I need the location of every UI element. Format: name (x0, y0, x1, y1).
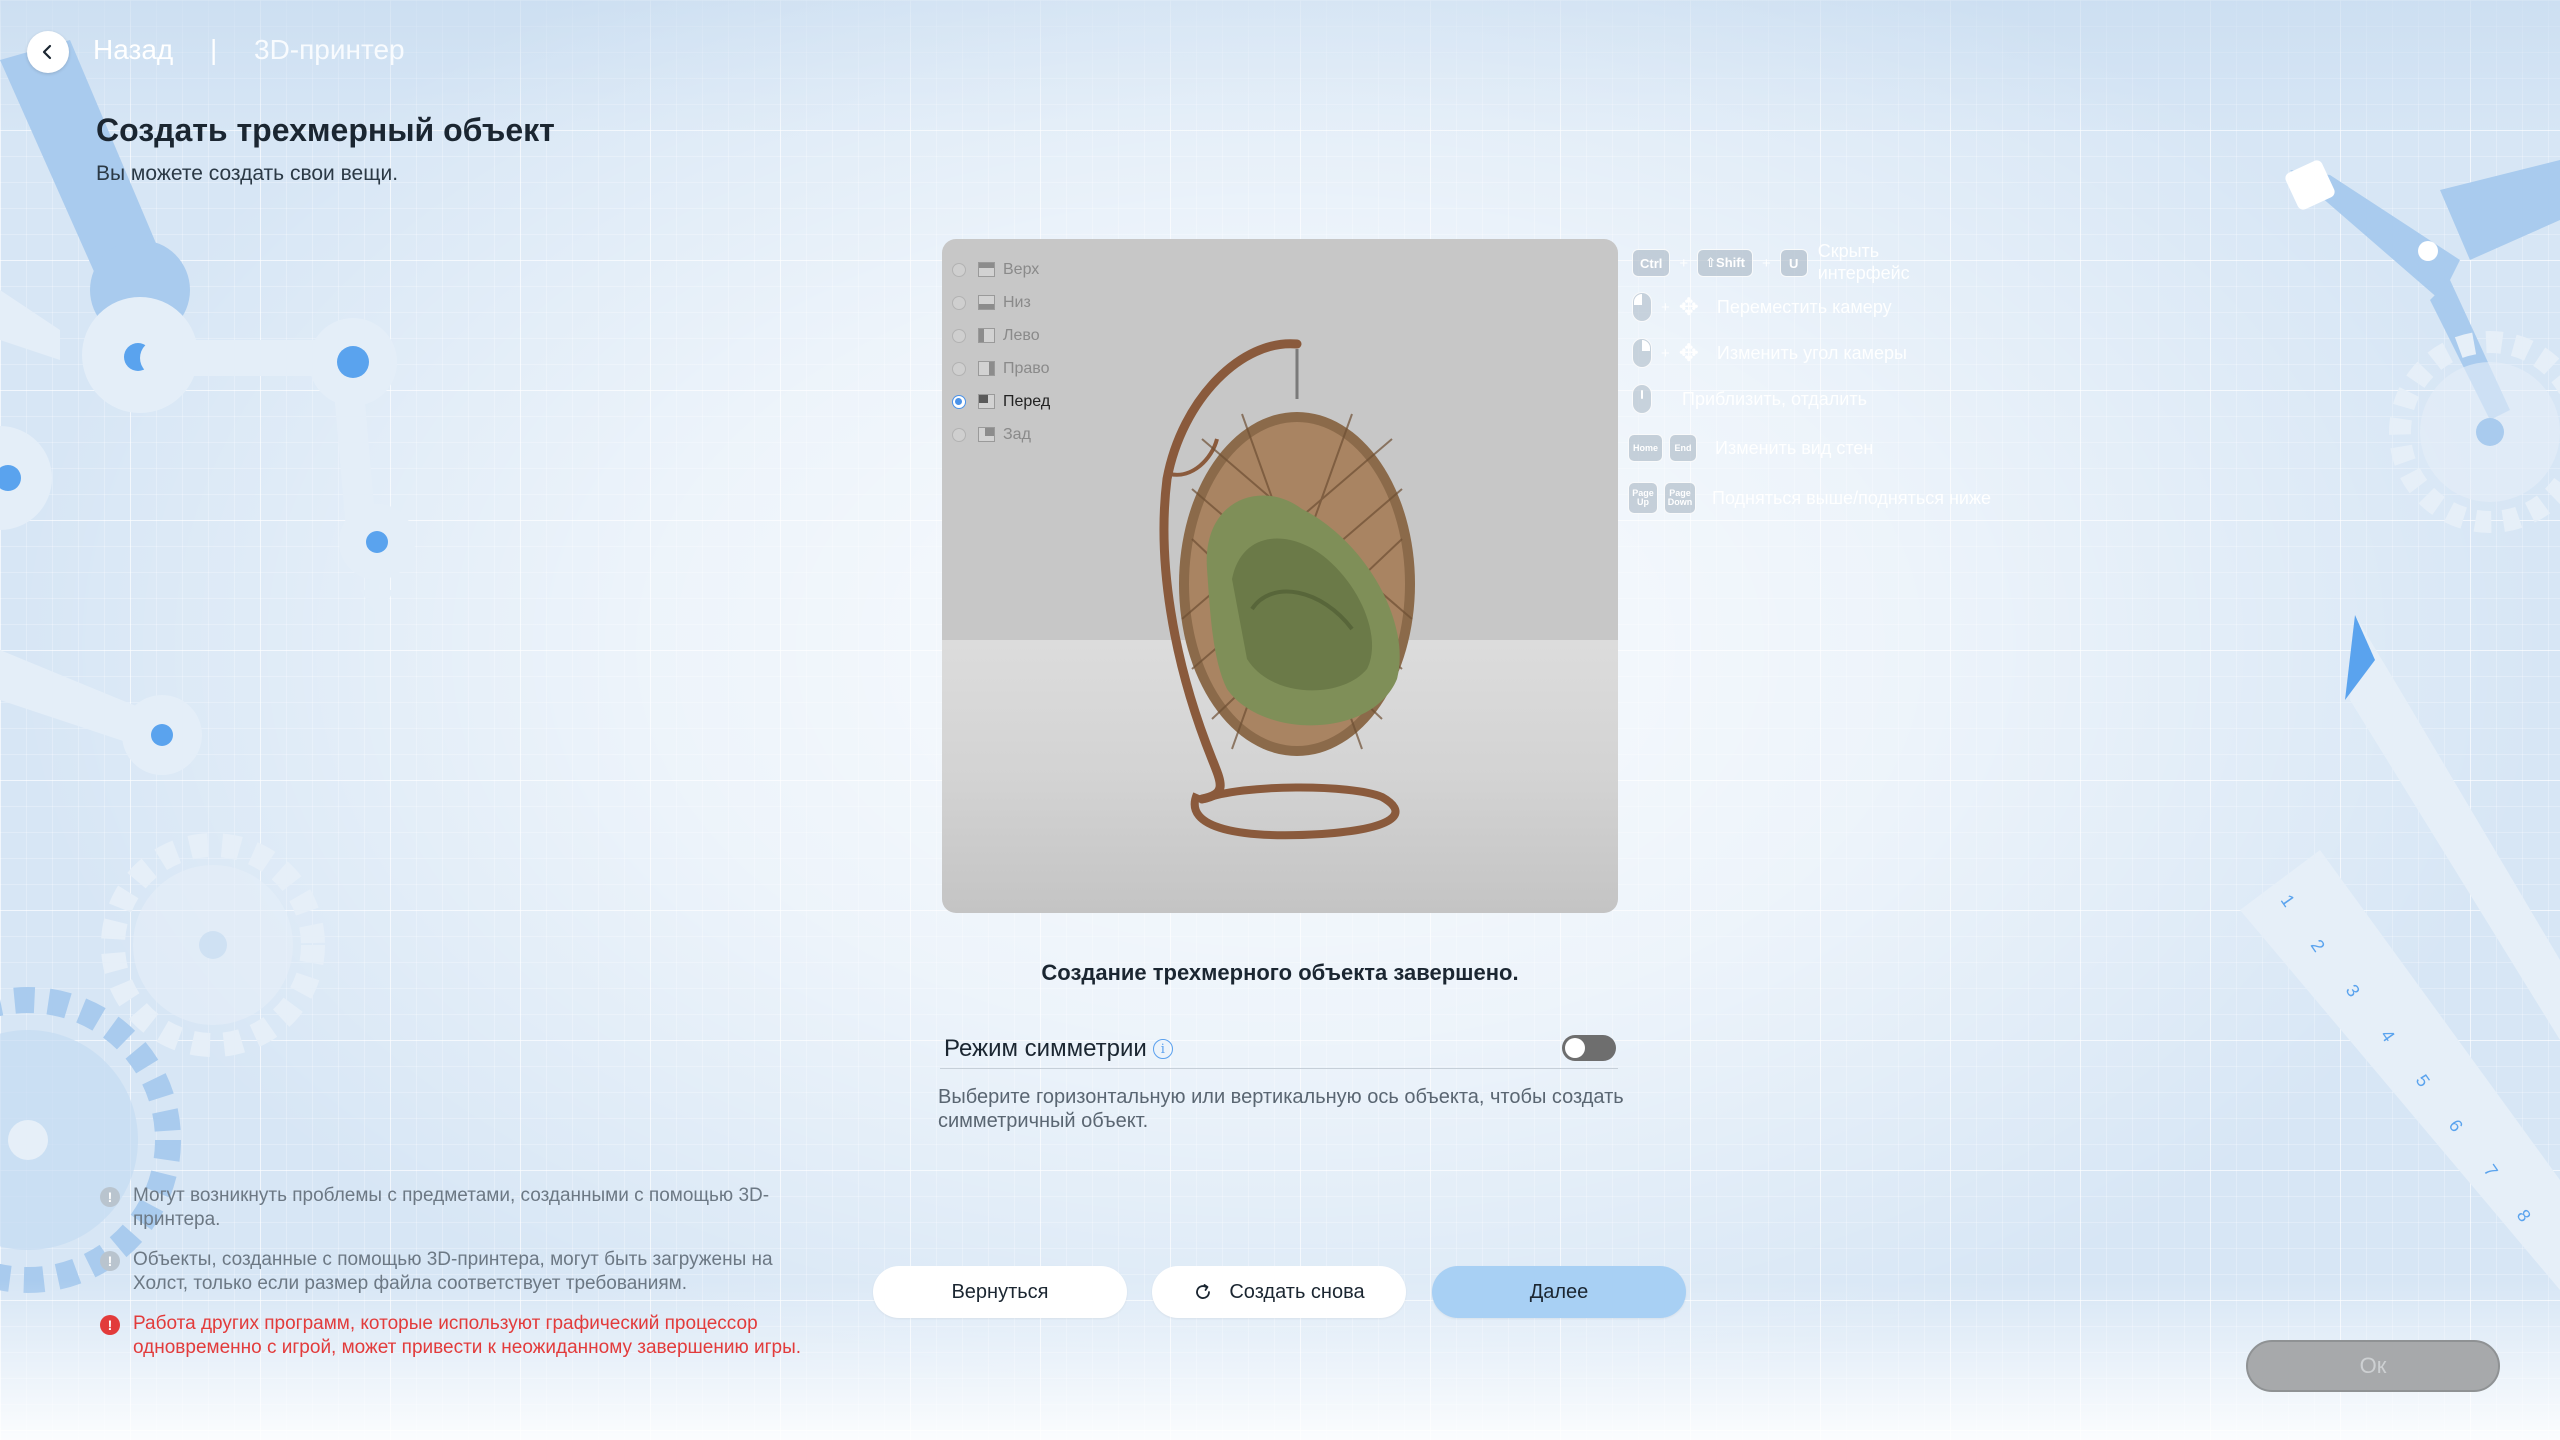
robot-arm-left-illustration (0, 40, 415, 775)
pliers-right-illustration (2285, 160, 2560, 420)
key-ctrl: Ctrl (1632, 249, 1671, 277)
mouse-wheel-icon (1632, 384, 1652, 414)
view-front-icon (978, 394, 995, 409)
view-radio[interactable] (952, 361, 966, 376)
refresh-icon (1193, 1282, 1213, 1302)
svg-text:2: 2 (2307, 936, 2329, 956)
view-label: Право (1003, 359, 1050, 377)
control-hide-ui: Ctrl + ⇧Shift + U Скрыть интерфейс (1632, 241, 1928, 284)
view-left-icon (978, 328, 995, 343)
control-zoom: Приблизить, отдалить (1632, 384, 1867, 414)
warning-icon: ! (100, 1315, 120, 1335)
page-subtitle: Вы можете создать свои вещи. (96, 162, 399, 185)
view-radio[interactable] (952, 295, 966, 310)
divider (940, 1068, 1618, 1069)
back-label[interactable]: Назад (93, 34, 173, 66)
ruler-illustration: 1 2 3 4 5 6 7 8 (2240, 850, 2560, 1290)
control-text: Изменить вид стен (1715, 437, 1874, 458)
info-icon[interactable]: i (1152, 1039, 1173, 1059)
control-move-camera: + ✥ Переместить камеру (1632, 292, 1892, 322)
control-text: Скрыть интерфейс (1817, 241, 1910, 283)
symmetry-label-text: Режим симметрии (944, 1035, 1147, 1062)
control-text: Переместить камеру (1716, 296, 1892, 317)
note-text: Работа других программ, которые использу… (133, 1313, 802, 1358)
svg-text:3: 3 (2342, 981, 2364, 1001)
plus-icon: + (1679, 254, 1689, 272)
plus-icon: + (1661, 298, 1670, 316)
control-rotate-camera: + ✥ Изменить угол камеры (1632, 338, 1907, 368)
create-again-label: Создать снова (1229, 1280, 1365, 1303)
view-label: Зад (1003, 425, 1031, 443)
control-height: Page Up Page Down Подняться выше/поднять… (1628, 482, 1991, 514)
control-wall-view: Home End Изменить вид стен (1628, 434, 1873, 462)
svg-text:6: 6 (2445, 1116, 2467, 1136)
return-button[interactable]: Вернуться (873, 1266, 1127, 1318)
note-warning: ! Работа других программ, которые исполь… (100, 1312, 830, 1360)
mouse-right-icon (1632, 338, 1652, 368)
symmetry-description: Выберите горизонтальную или вертикальную… (938, 1086, 1624, 1132)
view-selector: Верх Низ Лево Право Перед Зад (952, 253, 1050, 451)
svg-text:1: 1 (2277, 891, 2299, 911)
key-page-up: Page Up (1628, 482, 1658, 514)
ok-button[interactable]: Ок (2246, 1340, 2500, 1392)
key-home: Home (1628, 434, 1664, 462)
note-info: ! Могут возникнуть проблемы с предметами… (100, 1184, 830, 1232)
view-back-icon (978, 427, 995, 442)
next-button[interactable]: Далее (1432, 1266, 1686, 1318)
plus-icon: + (1661, 344, 1670, 362)
view-option-right[interactable]: Право (952, 352, 1050, 385)
mouse-left-icon (1632, 292, 1652, 322)
view-right-icon (978, 361, 995, 376)
breadcrumb-separator: | (210, 34, 218, 65)
view-option-front[interactable]: Перед (952, 385, 1050, 418)
info-circle-icon: ! (100, 1251, 120, 1271)
move-arrows-icon: ✥ (1678, 339, 1699, 367)
svg-text:5: 5 (2412, 1071, 2434, 1091)
key-shift: ⇧Shift (1697, 249, 1753, 277)
key-page-down: Page Down (1664, 482, 1696, 514)
status-message: Создание трехмерного объекта завершено. (1041, 960, 1519, 985)
view-top-icon (978, 262, 995, 277)
key-u: U (1779, 249, 1808, 277)
view-label: Низ (1003, 293, 1031, 311)
view-bottom-icon (978, 295, 995, 310)
control-text: Изменить угол камеры (1716, 342, 1907, 363)
view-radio[interactable] (952, 427, 966, 442)
view-label: Перед (1003, 392, 1051, 410)
note-text: Могут возникнуть проблемы с предметами, … (133, 1185, 770, 1230)
note-text: Объекты, созданные с помощью 3D-принтера… (133, 1249, 773, 1294)
note-info: ! Объекты, созданные с помощью 3D-принте… (100, 1248, 830, 1296)
move-arrows-icon: ✥ (1678, 293, 1699, 321)
pencil-illustration (2345, 615, 2560, 1040)
view-option-left[interactable]: Лево (952, 319, 1050, 352)
view-label: Верх (1003, 260, 1040, 278)
symmetry-toggle[interactable] (1562, 1035, 1616, 1061)
view-radio[interactable] (952, 328, 966, 343)
symmetry-mode-label: Режим симметрии i (944, 1035, 1173, 1063)
gear-right-illustration (2389, 331, 2560, 533)
view-option-bottom[interactable]: Низ (952, 286, 1050, 319)
model-viewport[interactable]: Верх Низ Лево Право Перед Зад (942, 239, 1618, 913)
plus-icon: + (1761, 254, 1771, 272)
view-radio[interactable] (952, 262, 966, 277)
page-title: Создать трехмерный объект (96, 112, 555, 148)
svg-text:4: 4 (2377, 1026, 2399, 1046)
create-again-button[interactable]: Создать снова (1152, 1266, 1406, 1318)
control-text: Приблизить, отдалить (1682, 388, 1867, 409)
chevron-left-icon (42, 44, 52, 60)
back-button[interactable] (27, 31, 69, 73)
key-end: End (1669, 434, 1698, 462)
view-option-top[interactable]: Верх (952, 253, 1050, 286)
info-circle-icon: ! (100, 1187, 120, 1207)
view-label: Лево (1003, 326, 1040, 344)
svg-text:7: 7 (2480, 1161, 2502, 1181)
svg-text:8: 8 (2513, 1206, 2535, 1226)
view-option-back[interactable]: Зад (952, 418, 1050, 451)
control-text: Подняться выше/подняться ниже (1712, 487, 1992, 508)
breadcrumb: 3D-принтер (254, 34, 405, 65)
view-radio-selected[interactable] (952, 394, 966, 409)
